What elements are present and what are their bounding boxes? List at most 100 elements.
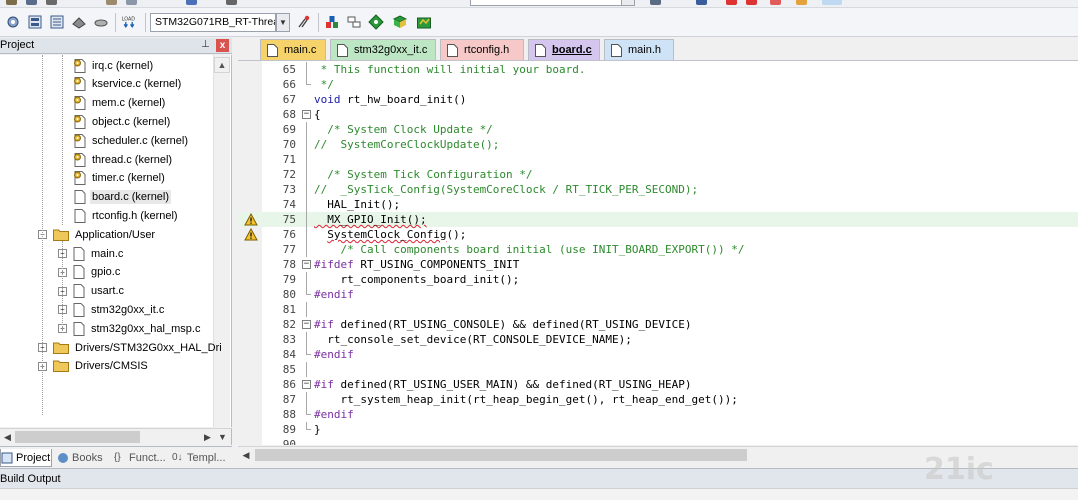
code-line[interactable]: 80 #endif bbox=[238, 287, 1078, 302]
tree-horizontal-scrollbar[interactable]: ◀ ▶ ▼ bbox=[0, 428, 232, 445]
code-line[interactable]: 88 #endif bbox=[238, 407, 1078, 422]
fold-toggle-icon[interactable]: − bbox=[302, 377, 311, 392]
tree-item[interactable]: rtconfig.h (kernel) bbox=[74, 206, 180, 225]
tab-main-h[interactable]: main.h bbox=[604, 39, 674, 60]
code-line[interactable]: 82− #if defined(RT_USING_CONSOLE) && defi… bbox=[238, 317, 1078, 332]
code-editor[interactable]: 65 * This function will initial your boa… bbox=[238, 61, 1078, 445]
find-combo[interactable] bbox=[470, 0, 622, 6]
warning-icon[interactable] bbox=[244, 212, 258, 226]
tree-item[interactable]: + gpio.c bbox=[58, 263, 122, 282]
tab-board-c[interactable]: board.c bbox=[528, 39, 600, 60]
code-line[interactable]: 89} bbox=[238, 422, 1078, 437]
scroll-thumb[interactable] bbox=[15, 431, 140, 443]
toolbar-fragment-icon[interactable] bbox=[126, 0, 137, 5]
tree-item[interactable]: + Drivers/CMSIS bbox=[38, 357, 150, 376]
code-line[interactable]: 77 /* Call components board initial (use… bbox=[238, 242, 1078, 257]
pack-installer-icon[interactable] bbox=[392, 14, 408, 30]
code-line[interactable]: 74 HAL_Init(); bbox=[238, 197, 1078, 212]
tab-books[interactable]: Books bbox=[57, 449, 103, 467]
tab-project[interactable]: Project bbox=[0, 449, 52, 467]
tab-templates[interactable]: 0↓ Templ... bbox=[172, 449, 226, 467]
tree-item[interactable]: kservice.c (kernel) bbox=[74, 75, 183, 94]
scroll-up-button[interactable]: ▲ bbox=[214, 57, 230, 73]
fold-toggle-icon[interactable]: − bbox=[302, 257, 311, 272]
code-line[interactable]: 84 #endif bbox=[238, 347, 1078, 362]
tab-stm32g0xx_it-c[interactable]: stm32g0xx_it.c bbox=[330, 39, 436, 60]
tree-item[interactable]: mem.c (kernel) bbox=[74, 94, 167, 113]
code-line[interactable]: 68−{ bbox=[238, 107, 1078, 122]
code-line[interactable]: 87 rt_system_heap_init(rt_heap_begin_get… bbox=[238, 392, 1078, 407]
fold-toggle-icon[interactable]: − bbox=[302, 107, 311, 122]
scroll-right-button[interactable]: ▶ bbox=[200, 429, 215, 445]
toolbar-fragment-icon[interactable] bbox=[822, 0, 842, 5]
select-packs-icon[interactable] bbox=[368, 14, 384, 30]
tab-rtconfig-h[interactable]: rtconfig.h bbox=[440, 39, 524, 60]
compile-icon[interactable] bbox=[5, 14, 21, 30]
warning-icon[interactable] bbox=[244, 227, 258, 241]
code-line[interactable]: 67 void rt_hw_board_init() bbox=[238, 92, 1078, 107]
tree-item[interactable]: − Application/User bbox=[38, 225, 157, 244]
code-line[interactable]: 72 /* System Tick Configuration */ bbox=[238, 167, 1078, 182]
toolbar-fragment-icon[interactable] bbox=[6, 0, 17, 5]
tree-item[interactable]: + stm32g0xx_it.c bbox=[58, 300, 166, 319]
code-line[interactable]: 73 // _SysTick_Config(SystemCoreClock / R… bbox=[238, 182, 1078, 197]
toolbar-fragment-icon[interactable] bbox=[226, 0, 237, 5]
tree-item[interactable]: thread.c (kernel) bbox=[74, 150, 174, 169]
toolbar-fragment-icon[interactable] bbox=[726, 0, 737, 5]
code-line[interactable]: 65 * This function will initial your boa… bbox=[238, 62, 1078, 77]
code-line[interactable]: 81 bbox=[238, 302, 1078, 317]
target-select[interactable]: STM32G071RB_RT-Thread bbox=[150, 13, 276, 32]
find-combo-dropdown[interactable] bbox=[621, 0, 635, 6]
toolbar-fragment-icon[interactable] bbox=[746, 0, 757, 5]
code-line[interactable]: 85 bbox=[238, 362, 1078, 377]
editor-scroll-left-button[interactable]: ◀ bbox=[238, 447, 254, 463]
code-line[interactable]: 78− #ifdef RT_USING_COMPONENTS_INIT bbox=[238, 257, 1078, 272]
code-line[interactable]: 86− #if defined(RT_USING_USER_MAIN) && de… bbox=[238, 377, 1078, 392]
tree-item[interactable]: + Drivers/STM32G0xx_HAL_Dri bbox=[38, 338, 224, 357]
code-line[interactable]: 76 SystemClock_Config(); bbox=[238, 227, 1078, 242]
target-options-icon[interactable] bbox=[296, 14, 312, 30]
tree-item[interactable]: + usart.c bbox=[58, 282, 126, 301]
code-line[interactable]: 83 rt_console_set_device(RT_CONSOLE_DEVI… bbox=[238, 332, 1078, 347]
tree-item[interactable]: irq.c (kernel) bbox=[74, 56, 155, 75]
close-panel-button[interactable]: x bbox=[216, 39, 229, 52]
tree-vertical-scrollbar[interactable]: ▲ bbox=[213, 55, 230, 427]
tree-item[interactable]: board.c (kernel) bbox=[74, 188, 172, 207]
toolbar-fragment-icon[interactable] bbox=[46, 0, 57, 5]
tab-main-c[interactable]: main.c bbox=[260, 39, 326, 60]
toolbar-fragment-icon[interactable] bbox=[650, 0, 661, 5]
build-icon[interactable] bbox=[27, 14, 43, 30]
rebuild-icon[interactable] bbox=[49, 14, 65, 30]
scroll-left-button[interactable]: ◀ bbox=[0, 429, 15, 445]
fold-toggle-icon[interactable]: − bbox=[302, 317, 311, 332]
batch-build-icon[interactable] bbox=[71, 14, 87, 30]
toolbar-fragment-icon[interactable] bbox=[106, 0, 117, 5]
toolbar-fragment-icon[interactable] bbox=[696, 0, 707, 5]
download-icon[interactable]: LOAD bbox=[121, 14, 137, 30]
pin-icon[interactable]: ⊥ bbox=[201, 39, 210, 50]
manage-project-icon[interactable] bbox=[324, 14, 340, 30]
tree-item[interactable]: timer.c (kernel) bbox=[74, 169, 167, 188]
tree-item[interactable]: object.c (kernel) bbox=[74, 112, 172, 131]
toolbar-fragment-icon[interactable] bbox=[26, 0, 37, 5]
editor-scroll-thumb[interactable] bbox=[255, 449, 747, 461]
toolbar-fragment-icon[interactable] bbox=[796, 0, 807, 5]
code-line[interactable]: 75 MX_GPIO_Init(); bbox=[238, 212, 1078, 227]
tree-item[interactable]: scheduler.c (kernel) bbox=[74, 131, 190, 150]
code-line[interactable]: 90 bbox=[238, 437, 1078, 445]
tree-item[interactable]: + main.c bbox=[58, 244, 125, 263]
toolbar-fragment-icon[interactable] bbox=[770, 0, 781, 5]
code-line[interactable]: 69 /* System Clock Update */ bbox=[238, 122, 1078, 137]
scroll-end-button[interactable]: ▼ bbox=[215, 429, 230, 445]
tree-item[interactable]: + stm32g0xx_hal_msp.c bbox=[58, 319, 202, 338]
code-line[interactable]: 71 bbox=[238, 152, 1078, 167]
code-line[interactable]: 66 */ bbox=[238, 77, 1078, 92]
stop-build-icon[interactable] bbox=[93, 14, 109, 30]
file-extensions-icon[interactable] bbox=[346, 14, 362, 30]
run-time-environment-icon[interactable] bbox=[416, 14, 432, 30]
code-line[interactable]: 70 // SystemCoreClockUpdate(); bbox=[238, 137, 1078, 152]
tab-functions[interactable]: {} Funct... bbox=[114, 449, 166, 467]
target-dropdown-button[interactable]: ▼ bbox=[276, 13, 290, 32]
toolbar-fragment-icon[interactable] bbox=[186, 0, 197, 5]
code-line[interactable]: 79 rt_components_board_init(); bbox=[238, 272, 1078, 287]
